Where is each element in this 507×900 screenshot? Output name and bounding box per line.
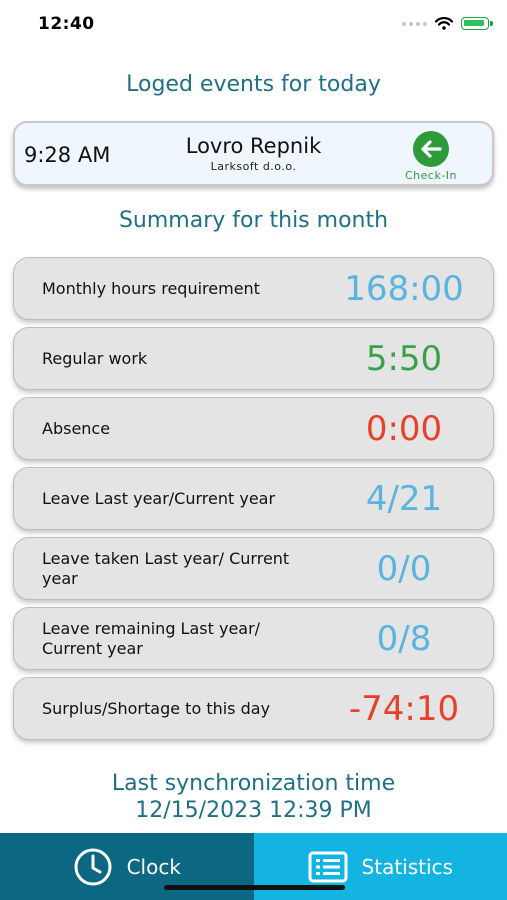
summary-row-value: 0/8 [376, 618, 432, 659]
summary-row-value: 168:00 [344, 268, 464, 309]
home-indicator [164, 885, 345, 890]
summary-row-value: 0:00 [365, 408, 443, 449]
wifi-icon [435, 17, 453, 30]
event-card[interactable]: 9:28 AM Lovro Repnik Larksoft d.o.o. Che… [13, 121, 494, 186]
summary-row-monthly-hours: Monthly hours requirement 168:00 [13, 257, 494, 320]
summary-row-label: Leave Last year/Current year [42, 488, 276, 508]
summary-row-absence: Absence 0:00 [13, 397, 494, 460]
summary-row-value: 5:50 [365, 338, 443, 379]
sync-time: 12/15/2023 12:39 PM [135, 798, 372, 823]
summary-row-label: Leave remaining Last year/ Current year [42, 618, 261, 658]
battery-icon [461, 17, 493, 30]
check-in-label: Check-In [404, 169, 458, 182]
summary-row-regular-work: Regular work 5:50 [13, 327, 494, 390]
summary-row-label: Surplus/Shortage to this day [42, 698, 271, 718]
tab-statistics-label: Statistics [361, 854, 453, 879]
arrow-left-circle-icon [413, 131, 449, 167]
summary-row-label: Regular work [42, 348, 148, 368]
summary-row-value: 0/0 [376, 548, 432, 589]
status-time: 12:40 [38, 14, 95, 34]
summary-row-label: Monthly hours requirement [42, 278, 260, 298]
sync-label: Last synchronization time [111, 771, 396, 796]
summary-list: Monthly hours requirement 168:00 Regular… [13, 257, 494, 747]
summary-row-value: -74:10 [348, 688, 460, 729]
status-icons [402, 17, 493, 30]
clock-icon [74, 848, 112, 885]
summary-row-value: 4/21 [365, 478, 443, 519]
check-in-status: Check-In [396, 131, 466, 182]
summary-row-leave-taken: Leave taken Last year/ Current year 0/0 [13, 537, 494, 600]
summary-row-surplus-shortage: Surplus/Shortage to this day -74:10 [13, 677, 494, 740]
summary-row-leave-remaining: Leave remaining Last year/ Current year … [13, 607, 494, 670]
summary-row-label: Absence [42, 418, 111, 438]
signal-icon [402, 21, 427, 26]
list-icon [308, 851, 348, 882]
tab-clock-label: Clock [126, 854, 181, 879]
summary-row-leave: Leave Last year/Current year 4/21 [13, 467, 494, 530]
events-title: Loged events for today [126, 72, 381, 97]
sync-info: Last synchronization time 12/15/2023 12:… [0, 770, 507, 824]
status-bar: 12:40 [0, 0, 507, 52]
summary-title: Summary for this month [118, 208, 389, 233]
summary-row-label: Leave taken Last year/ Current year [42, 548, 290, 588]
